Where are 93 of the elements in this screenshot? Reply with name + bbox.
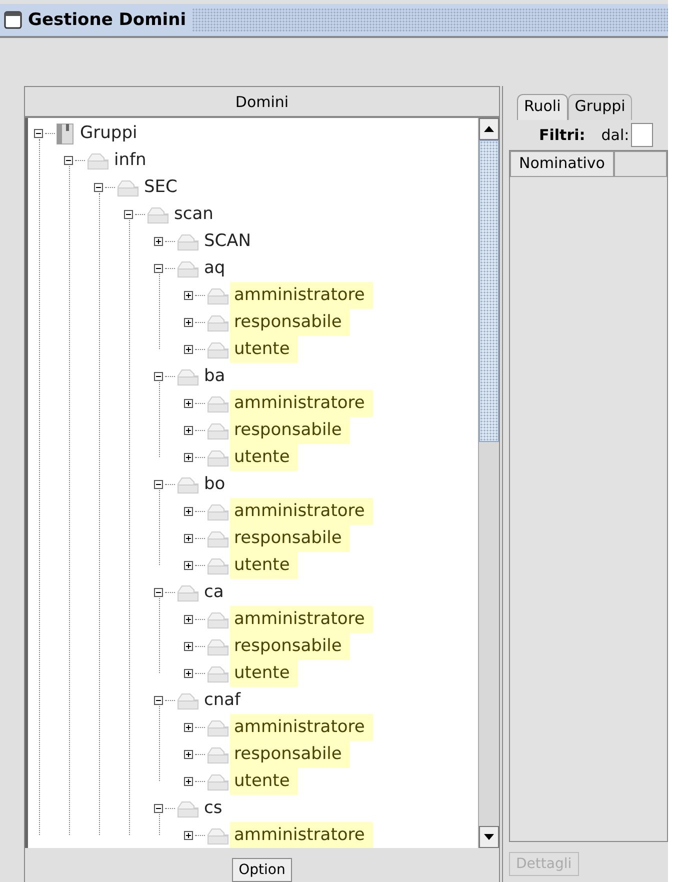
collapse-icon[interactable] xyxy=(34,129,45,138)
tree-item[interactable]: responsabile xyxy=(230,417,350,444)
expand-icon[interactable] xyxy=(184,345,195,354)
folder-icon xyxy=(206,610,230,630)
expand-icon[interactable] xyxy=(184,453,195,462)
tab[interactable]: Ruoli xyxy=(517,94,568,120)
tree-item[interactable]: responsabile xyxy=(230,525,350,552)
expand-icon[interactable] xyxy=(184,399,195,408)
folder-icon xyxy=(206,772,230,792)
folder-icon xyxy=(206,744,230,764)
collapse-icon[interactable] xyxy=(154,264,165,273)
tree-item[interactable]: responsabile xyxy=(230,633,350,660)
expand-icon[interactable] xyxy=(184,561,195,570)
expand-icon[interactable] xyxy=(184,750,195,759)
expand-icon[interactable] xyxy=(184,534,195,543)
folder-icon xyxy=(86,150,110,170)
expand-icon[interactable] xyxy=(184,777,195,786)
tree-item[interactable]: utente xyxy=(230,336,298,363)
scroll-up-icon[interactable] xyxy=(479,118,499,140)
tree-item[interactable]: infn xyxy=(110,147,154,174)
folder-icon xyxy=(206,556,230,576)
folder-icon xyxy=(206,420,230,440)
tree-item[interactable]: responsabile xyxy=(230,741,350,768)
folder-icon xyxy=(206,664,230,684)
tree-item[interactable]: ba xyxy=(200,363,234,390)
folder-icon xyxy=(176,366,200,386)
folder-icon xyxy=(206,394,230,414)
tree-item[interactable]: cnaf xyxy=(200,687,249,714)
folder-icon xyxy=(206,286,230,306)
tree-item[interactable]: ca xyxy=(200,579,232,606)
tree-item[interactable]: aq xyxy=(200,255,234,282)
collapse-icon[interactable] xyxy=(124,210,135,219)
expand-icon[interactable] xyxy=(184,615,195,624)
expand-icon[interactable] xyxy=(184,831,195,840)
collapse-icon[interactable] xyxy=(64,156,75,165)
expand-icon[interactable] xyxy=(184,669,195,678)
window-icon xyxy=(4,11,22,29)
expand-icon[interactable] xyxy=(184,642,195,651)
book-icon xyxy=(56,122,76,144)
expand-icon[interactable] xyxy=(184,723,195,732)
collapse-icon[interactable] xyxy=(154,480,165,489)
folder-icon xyxy=(146,204,170,224)
folder-icon xyxy=(176,474,200,494)
scrollbar[interactable] xyxy=(478,118,499,848)
folder-icon xyxy=(206,502,230,522)
expand-icon[interactable] xyxy=(184,291,195,300)
tree-item[interactable]: amministratore xyxy=(230,390,373,417)
window-title: Gestione Domini xyxy=(28,10,186,30)
tree-item[interactable]: utente xyxy=(230,768,298,795)
folder-icon xyxy=(206,636,230,656)
expand-icon[interactable] xyxy=(184,507,195,516)
folder-icon xyxy=(176,258,200,278)
folder-icon xyxy=(206,312,230,332)
collapse-icon[interactable] xyxy=(154,372,165,381)
scroll-down-icon[interactable] xyxy=(479,826,499,848)
tree-item[interactable]: amministratore xyxy=(230,714,373,741)
expand-icon[interactable] xyxy=(184,318,195,327)
tree-item[interactable]: utente xyxy=(230,660,298,687)
tree-item[interactable]: Gruppi xyxy=(76,120,146,147)
expand-icon[interactable] xyxy=(184,426,195,435)
expand-icon[interactable] xyxy=(154,237,165,246)
folder-icon xyxy=(206,718,230,738)
folder-icon xyxy=(206,340,230,360)
folder-icon xyxy=(116,178,140,198)
folder-icon xyxy=(206,826,230,846)
tree-item[interactable]: SEC xyxy=(140,174,186,201)
tree-item[interactable]: cs xyxy=(200,795,230,822)
column-header[interactable]: Nominativo xyxy=(510,151,614,177)
collapse-icon[interactable] xyxy=(154,588,165,597)
folder-icon xyxy=(176,582,200,602)
tree-item[interactable]: amministratore xyxy=(230,498,373,525)
tree-item[interactable]: scan xyxy=(170,201,222,228)
filter-label: Filtri: xyxy=(539,126,586,144)
tree-item[interactable]: amministratore xyxy=(230,282,373,309)
tree-item[interactable]: bo xyxy=(200,471,234,498)
collapse-icon[interactable] xyxy=(154,696,165,705)
folder-icon xyxy=(206,448,230,468)
tree-item[interactable]: SCAN xyxy=(200,228,260,255)
date-label: dal: xyxy=(601,126,630,144)
tree-item[interactable]: responsabile xyxy=(230,309,350,336)
option-button[interactable]: Option xyxy=(232,858,292,882)
tree-item[interactable]: amministratore xyxy=(230,822,373,848)
collapse-icon[interactable] xyxy=(94,183,105,192)
input-field[interactable] xyxy=(631,123,654,147)
tree-item[interactable]: utente xyxy=(230,444,298,471)
folder-icon xyxy=(176,690,200,710)
folder-icon xyxy=(176,798,200,818)
collapse-icon[interactable] xyxy=(154,804,165,813)
folder-icon xyxy=(176,232,200,252)
tree-item[interactable]: utente xyxy=(230,552,298,579)
folder-icon xyxy=(206,528,230,548)
tab[interactable]: Gruppi xyxy=(568,94,632,120)
tree-item[interactable]: amministratore xyxy=(230,606,373,633)
